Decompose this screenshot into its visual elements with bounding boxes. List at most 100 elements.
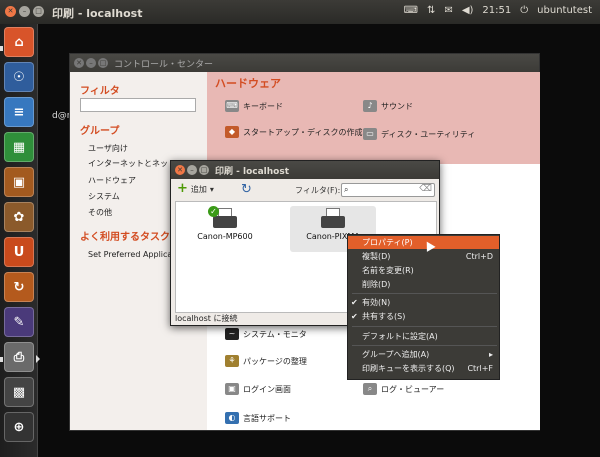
menu-label: 複製(D)	[362, 252, 391, 261]
minimize-icon[interactable]: –	[187, 165, 197, 175]
envelope-icon[interactable]: ✉	[444, 5, 452, 16]
menu-item-show-queue[interactable]: 印刷キューを表示する(Q) Ctrl+F	[348, 362, 499, 375]
print-title: 印刷 - localhost	[215, 167, 290, 177]
search-input[interactable]: ⌕ ⌫	[341, 183, 435, 197]
keyboard-label: キーボード	[243, 101, 283, 111]
system-monitor-label: システム・モニタ	[243, 329, 307, 339]
language-support-label: 言語サポート	[243, 413, 291, 423]
workspace-switcher-icon[interactable]: ▩	[4, 377, 34, 407]
add-button[interactable]: + 追加 ▾	[177, 182, 214, 195]
filter-label: フィルタ(F):	[295, 186, 341, 195]
close-icon[interactable]: ✕	[175, 165, 185, 175]
calc-icon[interactable]: ▦	[4, 132, 34, 162]
log-viewer-label: ログ・ビューアー	[381, 384, 445, 394]
package-cleanup-item[interactable]: ⚘ パッケージの整理	[225, 355, 307, 367]
system-monitor-item[interactable]: ~ システム・モニタ	[225, 328, 307, 340]
ubuntu-one-icon[interactable]: U	[4, 237, 34, 267]
power-icon[interactable]: ⏻	[520, 5, 528, 16]
group-item[interactable]: ハードウェア	[88, 175, 136, 186]
firefox-icon[interactable]: ☉	[4, 62, 34, 92]
startup-disk-item[interactable]: ◆ スタートアップ・ディスクの作成	[225, 126, 362, 138]
hardware-heading: ハードウェア	[215, 77, 281, 90]
status-bar: localhost に接続	[175, 314, 238, 323]
context-menu: プロパティ(P) 複製(D) Ctrl+D 名前を変更(R) 削除(D) ✔ 有効(…	[347, 234, 500, 380]
menu-label: プロパティ(P)	[362, 238, 413, 247]
close-icon[interactable]: ✕	[5, 6, 16, 17]
minimize-icon[interactable]: –	[86, 58, 96, 68]
maximize-icon[interactable]: □	[33, 6, 44, 17]
top-panel: ✕ – □ 印刷 - localhost ⌨ ⇅ ✉ ◀) 21:51 ⏻ ub…	[0, 0, 600, 24]
search-icon: ⌕	[344, 185, 349, 194]
refresh-icon[interactable]: ↻	[241, 182, 252, 197]
indicator-area: ⌨ ⇅ ✉ ◀) 21:51 ⏻ ubuntutest	[404, 5, 592, 16]
default-check-icon: ✓	[208, 206, 219, 217]
writer-icon[interactable]: ≡	[4, 97, 34, 127]
impress-icon[interactable]: ▣	[4, 167, 34, 197]
group-item[interactable]: その他	[88, 207, 112, 218]
network-icon[interactable]: ⇅	[427, 5, 435, 16]
menu-shortcut: Ctrl+F	[467, 364, 493, 373]
minimize-icon[interactable]: –	[19, 6, 30, 17]
add-label: 追加	[190, 184, 207, 194]
clock[interactable]: 21:51	[482, 5, 511, 16]
package-cleanup-label: パッケージの整理	[243, 356, 307, 366]
clear-icon[interactable]: ⌫	[419, 184, 432, 194]
window-controls: ✕ – □	[74, 58, 108, 68]
home-folder-icon[interactable]: ⌂	[4, 27, 34, 57]
control-center-title: コントロール・センター	[114, 60, 214, 70]
menu-item-enabled[interactable]: ✔ 有効(N)	[348, 296, 499, 309]
running-pip	[0, 46, 3, 51]
maximize-icon[interactable]: □	[199, 165, 209, 175]
user-name[interactable]: ubuntutest	[537, 5, 592, 16]
updates-icon[interactable]: ↻	[4, 272, 34, 302]
group-item[interactable]: ユーザ向け	[88, 143, 128, 154]
filter-heading: フィルタ	[80, 86, 120, 97]
menu-label: 名前を変更(R)	[362, 266, 414, 275]
disk-utility-label: ディスク・ユーティリティ	[381, 129, 476, 139]
trash-icon[interactable]: ⊕	[4, 412, 34, 442]
log-viewer-item[interactable]: ⌕ ログ・ビューアー	[363, 383, 444, 395]
login-screen-label: ログイン画面	[243, 384, 291, 394]
menu-label: グループへ追加(A)	[362, 350, 430, 359]
filter-input[interactable]	[80, 98, 196, 112]
check-icon: ✔	[351, 312, 358, 321]
keyboard-item[interactable]: ⌨ キーボード	[225, 100, 283, 112]
menu-item-rename[interactable]: 名前を変更(R)	[348, 264, 499, 277]
desktop-partial-text: d@r	[52, 111, 71, 121]
sound-item[interactable]: ♪ サウンド	[363, 100, 413, 112]
keyboard-icon: ⌨	[225, 100, 239, 112]
startup-disk-icon: ◆	[225, 126, 239, 138]
menu-label: 印刷キューを表示する(Q)	[362, 364, 455, 373]
volume-icon[interactable]: ◀)	[462, 5, 474, 16]
submenu-arrow-icon: ▸	[488, 350, 493, 359]
login-screen-icon: ▣	[225, 383, 239, 395]
menu-item-delete[interactable]: 削除(D)	[348, 278, 499, 291]
broom-icon: ⚘	[225, 355, 239, 367]
printer-icon: ✓	[208, 206, 239, 232]
control-center-titlebar: ✕ – □ コントロール・センター	[70, 54, 539, 72]
disk-utility-item[interactable]: ▭ ディスク・ユーティリティ	[363, 128, 475, 140]
close-icon[interactable]: ✕	[74, 58, 84, 68]
startup-disk-label: スタートアップ・ディスクの作成	[243, 127, 363, 137]
menu-item-duplicate[interactable]: 複製(D) Ctrl+D	[348, 250, 499, 263]
login-screen-item[interactable]: ▣ ログイン画面	[225, 383, 291, 395]
menu-label: 有効(N)	[362, 298, 391, 307]
sound-icon: ♪	[363, 100, 377, 112]
frequent-item[interactable]: Set Preferred Applica	[88, 250, 172, 259]
running-pip	[0, 357, 3, 362]
keyboard-icon[interactable]: ⌨	[404, 5, 418, 16]
chevron-down-icon[interactable]: ▾	[210, 185, 214, 194]
disk-utility-icon: ▭	[363, 128, 377, 140]
printer-item[interactable]: ✓ Canon-MP600	[182, 206, 268, 241]
menu-item-set-default[interactable]: デフォルトに設定(A)	[348, 330, 499, 343]
software-center-icon[interactable]: ✿	[4, 202, 34, 232]
group-item[interactable]: システム	[88, 191, 120, 202]
sound-label: サウンド	[381, 101, 413, 111]
menu-item-add-to-group[interactable]: グループへ追加(A) ▸	[348, 348, 499, 361]
maximize-icon[interactable]: □	[98, 58, 108, 68]
menu-item-shared[interactable]: ✔ 共有する(S)	[348, 310, 499, 323]
settings-icon[interactable]: ✎	[4, 307, 34, 337]
print-toolbar: + 追加 ▾ ↻ フィルタ(F): ⌕ ⌫	[171, 179, 439, 201]
printer-icon[interactable]: ⎙	[4, 342, 34, 372]
language-support-item[interactable]: ◐ 言語サポート	[225, 412, 291, 424]
